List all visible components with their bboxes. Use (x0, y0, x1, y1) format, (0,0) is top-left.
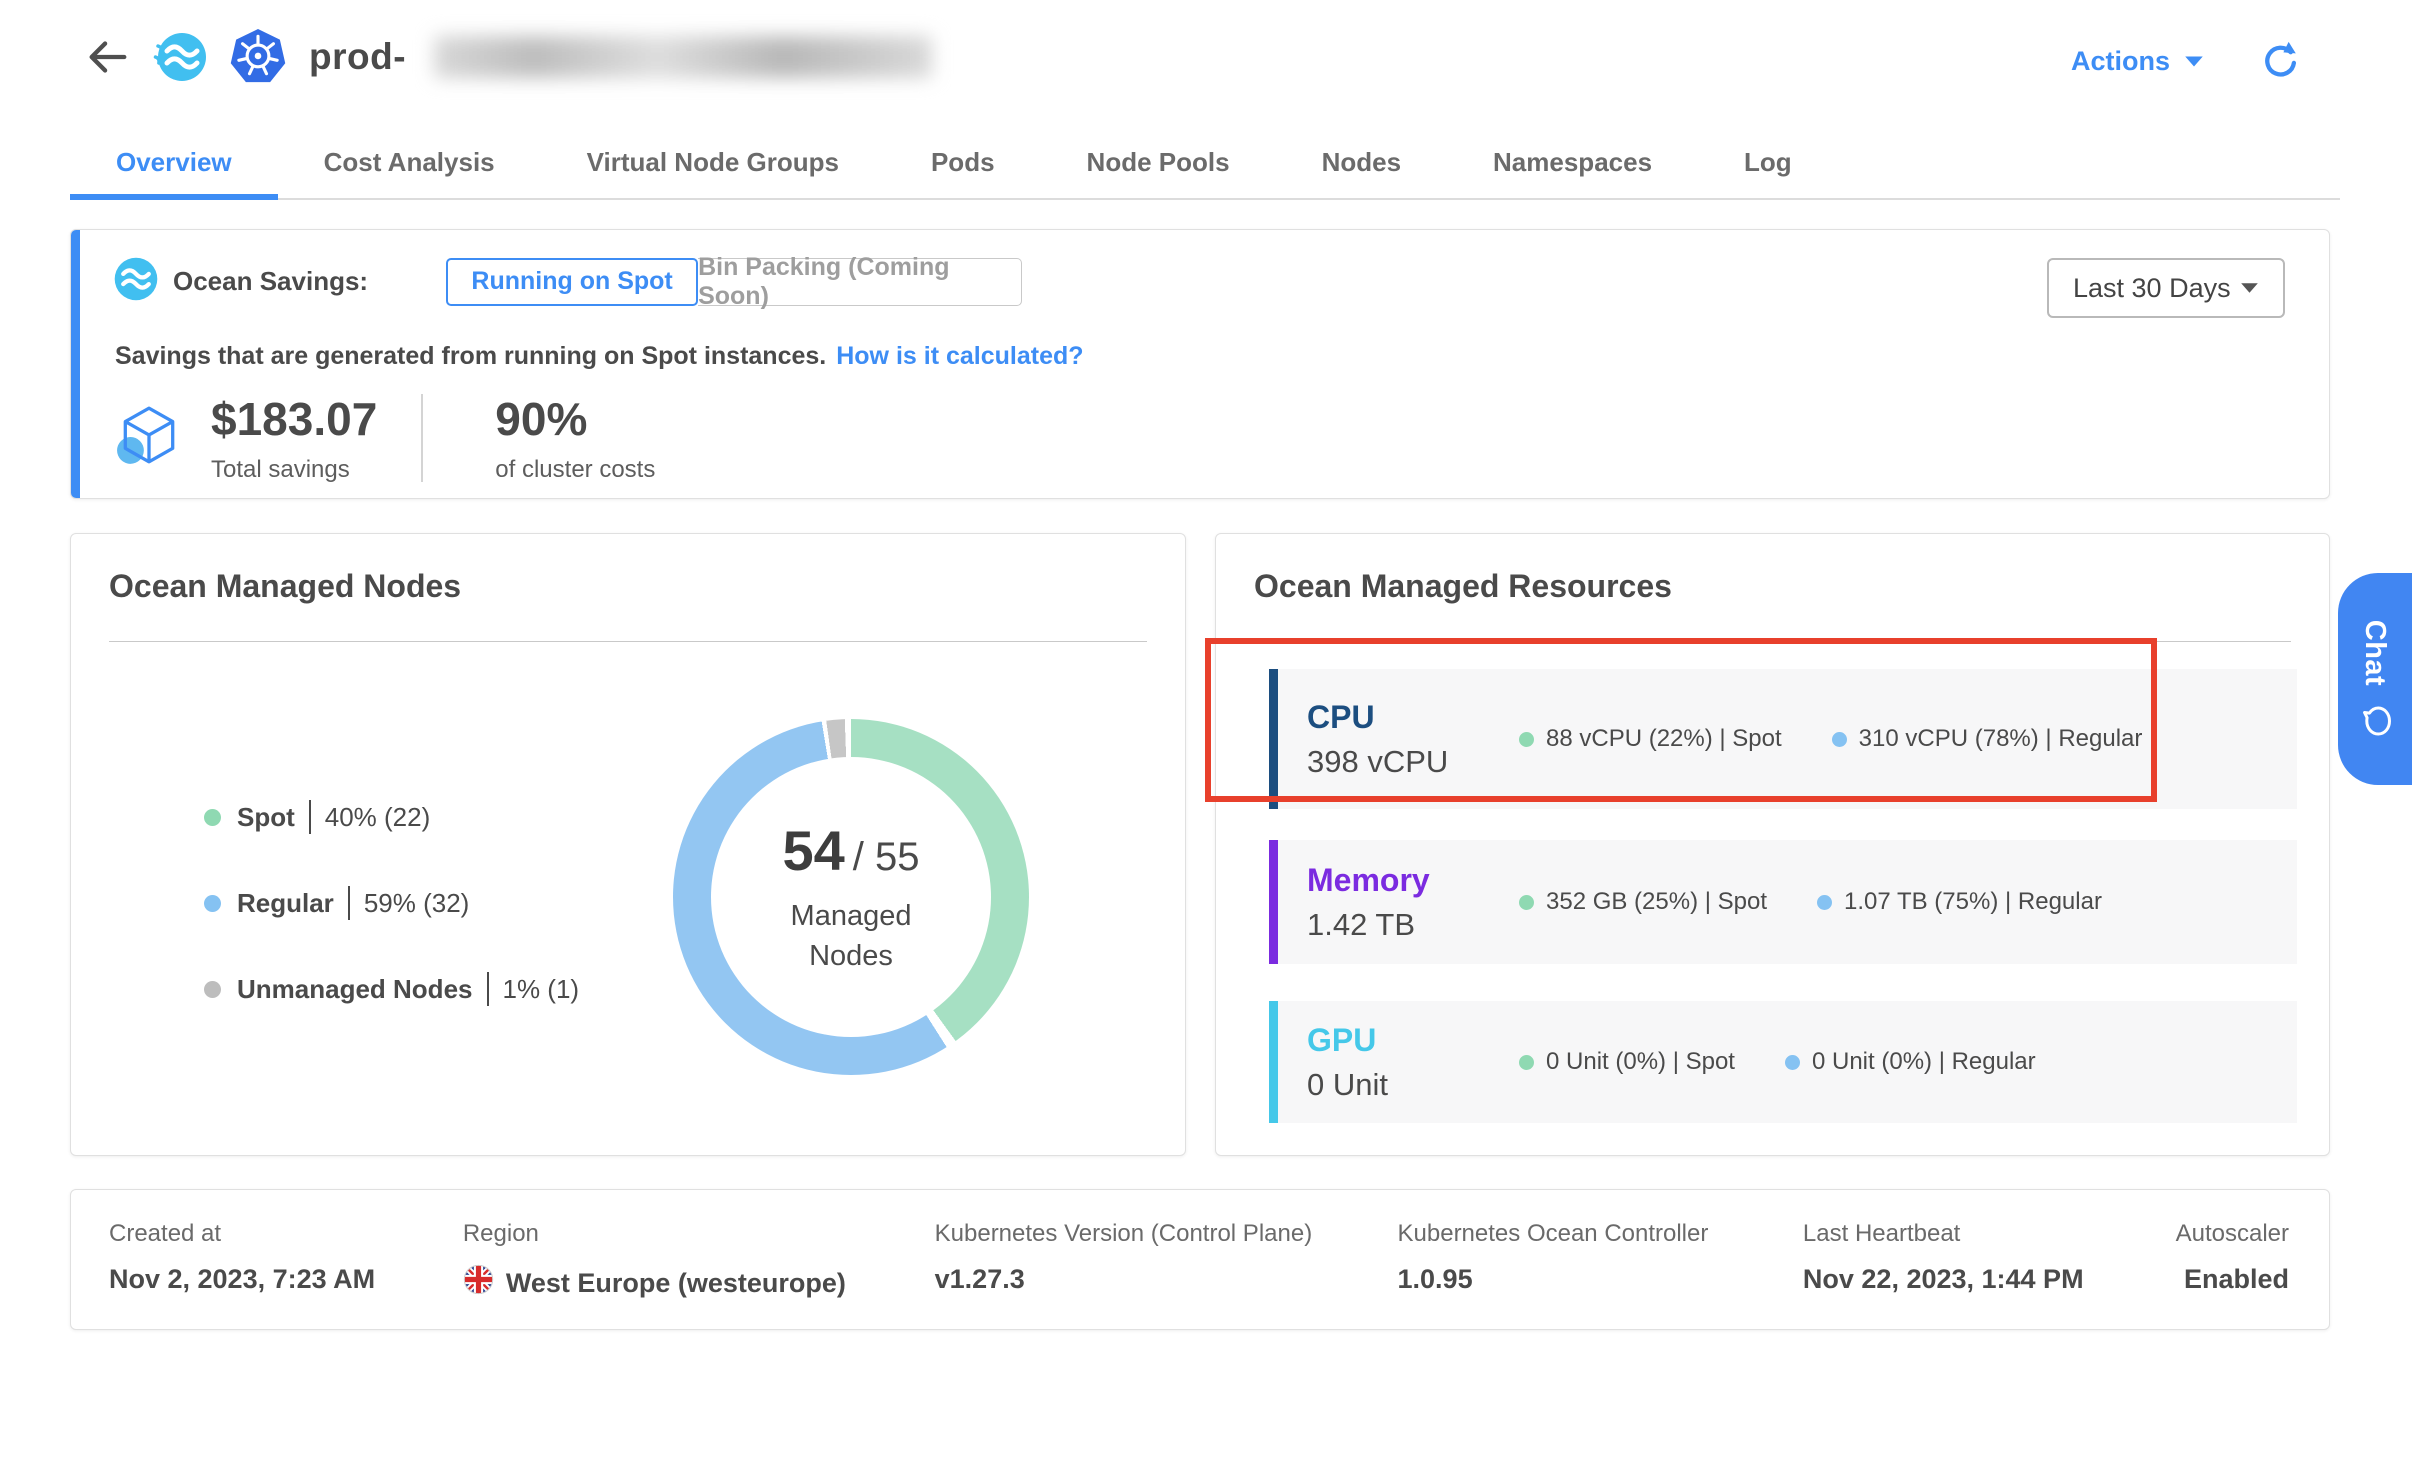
actions-label: Actions (2071, 46, 2170, 77)
regular-dot-icon (1817, 895, 1832, 910)
managed-nodes-card: Ocean Managed Nodes Spot 40% (22) Regula… (70, 533, 1186, 1156)
ocean-logo-icon (153, 30, 207, 84)
managed-nodes-total: / 55 (853, 835, 920, 880)
ocean-savings-label: Ocean Savings: (173, 266, 368, 297)
gpu-spot-stat: 0 Unit (0%) | Spot (1519, 1048, 1735, 1076)
savings-toggle: Running on Spot Bin Packing (Coming Soon… (446, 258, 1022, 306)
actions-button[interactable]: Actions (2071, 46, 2204, 77)
tab-virtual-node-groups[interactable]: Virtual Node Groups (541, 131, 885, 198)
uk-flag-icon (463, 1264, 494, 1302)
cluster-cost-percent-label: of cluster costs (495, 456, 655, 484)
tab-nodes[interactable]: Nodes (1276, 131, 1447, 198)
memory-spot-stat: 352 GB (25%) | Spot (1519, 888, 1767, 916)
donut-caption-line2: Nodes (791, 937, 912, 976)
spot-dot-icon (1519, 895, 1534, 910)
regular-dot-icon (1785, 1055, 1800, 1070)
header: prod- Actions (0, 0, 2412, 118)
stat-divider (421, 394, 423, 482)
cluster-cost-percent: 90% (495, 392, 655, 446)
divider (109, 641, 1147, 642)
resource-row-cpu: CPU 398 vCPU 88 vCPU (22%) | Spot 310 vC… (1269, 669, 2297, 809)
legend-item-spot: Spot 40% (22) (204, 801, 579, 833)
gpu-accent-bar (1269, 1001, 1278, 1123)
period-dropdown-value: Last 30 Days (2073, 273, 2231, 304)
tab-log[interactable]: Log (1698, 131, 1838, 198)
legend-item-regular: Regular 59% (32) (204, 887, 579, 919)
donut-caption-line1: Managed (791, 897, 912, 936)
cpu-accent-bar (1269, 669, 1278, 809)
memory-total: 1.42 TB (1307, 907, 1487, 943)
info-kubernetes-version: Kubernetes Version (Control Plane) v1.27… (935, 1220, 1398, 1329)
chat-button[interactable]: Chat (2338, 573, 2412, 785)
managed-resources-title: Ocean Managed Resources (1254, 568, 1672, 605)
chat-bubble-icon (2356, 704, 2395, 738)
gpu-total: 0 Unit (1307, 1067, 1487, 1103)
cpu-total: 398 vCPU (1307, 744, 1487, 780)
tab-pods[interactable]: Pods (885, 131, 1041, 198)
total-savings-value: $183.07 (211, 392, 377, 446)
info-created-at: Created at Nov 2, 2023, 7:23 AM (109, 1220, 463, 1329)
tab-namespaces[interactable]: Namespaces (1447, 131, 1698, 198)
managed-nodes-count: 54 (782, 818, 844, 883)
managed-nodes-title: Ocean Managed Nodes (109, 568, 461, 605)
info-last-heartbeat: Last Heartbeat Nov 22, 2023, 1:44 PM (1803, 1220, 2176, 1329)
period-dropdown[interactable]: Last 30 Days (2047, 258, 2285, 318)
tab-overview[interactable]: Overview (70, 131, 278, 198)
running-on-spot-toggle[interactable]: Running on Spot (446, 258, 698, 306)
regular-dot-icon (204, 895, 221, 912)
tab-node-pools[interactable]: Node Pools (1041, 131, 1276, 198)
info-ocean-controller: Kubernetes Ocean Controller 1.0.95 (1398, 1220, 1803, 1329)
savings-cube-icon (115, 402, 183, 475)
chevron-down-icon (2184, 55, 2204, 68)
spot-dot-icon (1519, 1055, 1534, 1070)
regular-dot-icon (1832, 732, 1847, 747)
managed-nodes-donut-chart: 54 / 55 Managed Nodes (673, 719, 1029, 1075)
chat-label: Chat (2359, 620, 2392, 686)
info-region: Region West Europe (westeurope) (463, 1220, 935, 1329)
spot-dot-icon (204, 809, 221, 826)
kubernetes-logo-icon (229, 28, 287, 86)
resource-row-gpu: GPU 0 Unit 0 Unit (0%) | Spot 0 Unit (0%… (1269, 1001, 2297, 1123)
spot-dot-icon (1519, 732, 1534, 747)
cpu-spot-stat: 88 vCPU (22%) | Spot (1519, 725, 1782, 753)
gpu-name: GPU (1307, 1022, 1487, 1059)
managed-resources-card: Ocean Managed Resources CPU 398 vCPU 88 … (1215, 533, 2330, 1156)
ocean-savings-icon (113, 256, 159, 307)
legend-item-unmanaged: Unmanaged Nodes 1% (1) (204, 973, 579, 1005)
cpu-name: CPU (1307, 699, 1487, 736)
bin-packing-toggle[interactable]: Bin Packing (Coming Soon) (698, 258, 1022, 306)
divider (1254, 641, 2291, 642)
info-autoscaler: Autoscaler Enabled (2176, 1220, 2289, 1329)
ocean-savings-panel: Ocean Savings: Running on Spot Bin Packi… (70, 229, 2330, 499)
unmanaged-dot-icon (204, 981, 221, 998)
total-savings-label: Total savings (211, 456, 377, 484)
how-calculated-link[interactable]: How is it calculated? (836, 342, 1083, 370)
resource-row-memory: Memory 1.42 TB 352 GB (25%) | Spot 1.07 … (1269, 840, 2297, 964)
nodes-legend: Spot 40% (22) Regular 59% (32) Unmanaged… (204, 801, 579, 1059)
chevron-down-icon (2240, 282, 2259, 294)
memory-accent-bar (1269, 840, 1278, 964)
memory-name: Memory (1307, 862, 1487, 899)
page-title: prod- (309, 36, 406, 78)
cluster-info-panel: Created at Nov 2, 2023, 7:23 AM Region (70, 1189, 2330, 1330)
gpu-regular-stat: 0 Unit (0%) | Regular (1785, 1048, 2036, 1076)
redacted-cluster-name (434, 36, 932, 78)
savings-description: Savings that are generated from running … (115, 342, 826, 370)
refresh-icon[interactable] (2260, 40, 2302, 82)
tab-bar: Overview Cost Analysis Virtual Node Grou… (70, 128, 2340, 200)
back-arrow-icon[interactable] (83, 33, 131, 81)
memory-regular-stat: 1.07 TB (75%) | Regular (1817, 888, 2102, 916)
cpu-regular-stat: 310 vCPU (78%) | Regular (1832, 725, 2143, 753)
tab-cost-analysis[interactable]: Cost Analysis (278, 131, 541, 198)
